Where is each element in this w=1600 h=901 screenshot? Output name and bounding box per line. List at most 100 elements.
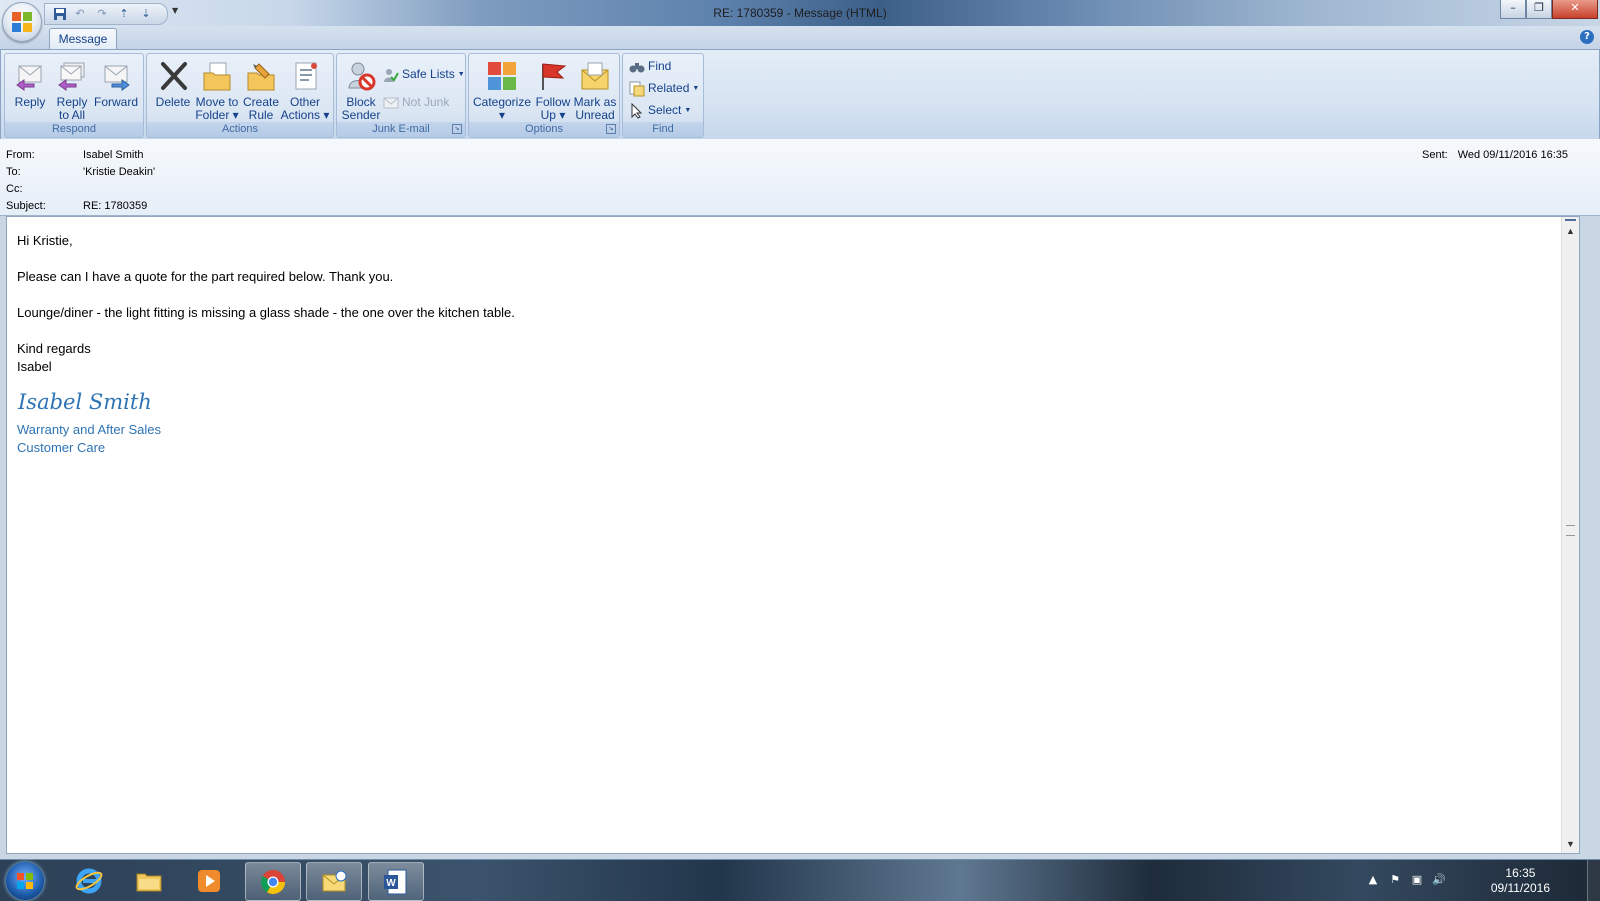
internet-explorer-icon: [75, 868, 103, 894]
clock-time: 16:35: [1505, 866, 1536, 880]
group-find: Find Related ▼ Select ▼ Find: [622, 53, 704, 138]
taskbar-chrome[interactable]: [245, 862, 301, 901]
not-junk-icon: [383, 97, 399, 109]
junk-email-options-launcher-icon[interactable]: ↘: [452, 124, 462, 134]
word-icon: W: [384, 869, 407, 895]
other-actions-icon: [295, 62, 317, 90]
from-value[interactable]: Isabel Smith: [83, 147, 144, 163]
tab-message[interactable]: Message: [49, 28, 117, 51]
taskbar-media-player[interactable]: [182, 862, 236, 899]
select-label: Select: [648, 103, 682, 117]
block-sender-button[interactable]: Block Sender: [339, 56, 383, 122]
network-icon[interactable]: ▣: [1410, 873, 1424, 887]
scrollbar-split-handle[interactable]: [1565, 219, 1576, 221]
categorize-icon: [488, 62, 516, 90]
reply-icon: [16, 65, 42, 91]
safe-lists-button[interactable]: Safe Lists ▼: [383, 64, 465, 84]
mark-as-unread-label: Mark as Unread: [573, 95, 617, 122]
binoculars-icon: [629, 62, 645, 73]
to-label: To:: [6, 166, 21, 178]
scrollbar-thumb-grip[interactable]: [1566, 525, 1575, 536]
not-junk-label: Not Junk: [402, 95, 450, 109]
volume-icon[interactable]: 🔊: [1432, 873, 1446, 887]
sender-first-name: Isabel: [17, 359, 52, 374]
create-rule-icon: [247, 63, 275, 91]
help-icon[interactable]: ?: [1580, 30, 1594, 44]
from-label: From:: [6, 149, 35, 161]
select-dropdown-icon: ▼: [684, 106, 692, 114]
taskbar-internet-explorer[interactable]: [62, 862, 116, 899]
message-body[interactable]: Hi Kristie, Please can I have a quote fo…: [6, 216, 1580, 854]
window-right-margin: [1580, 216, 1600, 852]
taskbar-clock[interactable]: 16:35 09/11/2016: [1491, 866, 1550, 896]
forward-icon: [104, 65, 130, 91]
forward-button[interactable]: Forward: [94, 56, 138, 120]
svg-text:W: W: [386, 878, 396, 889]
restore-button[interactable]: ❐: [1526, 0, 1552, 19]
other-actions-label: Other Actions ▾: [280, 95, 330, 122]
related-button[interactable]: Related ▼: [629, 78, 699, 98]
message-header: From: Isabel Smith To: 'Kristie Deakin' …: [0, 139, 1600, 216]
taskbar-file-explorer[interactable]: [122, 862, 176, 899]
taskbar-word[interactable]: W: [368, 862, 424, 901]
start-button[interactable]: [6, 862, 44, 900]
select-button[interactable]: Select ▼: [629, 100, 691, 120]
clock-date: 09/11/2016: [1490, 881, 1550, 895]
find-button[interactable]: Find: [629, 56, 671, 76]
window-title: RE: 1780359 - Message (HTML): [713, 6, 887, 20]
body-line-1: Please can I have a quote for the part r…: [17, 269, 394, 284]
categorize-label: Categorize ▾: [472, 95, 532, 122]
chrome-icon: [260, 870, 285, 895]
close-button[interactable]: ✕: [1552, 0, 1598, 19]
to-value[interactable]: 'Kristie Deakin': [83, 164, 155, 180]
related-dropdown-icon: ▼: [692, 84, 700, 92]
scroll-down-icon[interactable]: ▼: [1562, 836, 1579, 853]
select-cursor-icon: [631, 102, 643, 119]
block-sender-label: Block Sender: [341, 95, 381, 122]
windows-logo-icon: [17, 873, 33, 889]
other-actions-button[interactable]: Other Actions ▾: [281, 56, 329, 122]
ribbon-tab-strip: Message ?: [0, 26, 1600, 51]
reply-all-icon: [58, 62, 85, 91]
greeting: Hi Kristie,: [17, 233, 73, 248]
forward-label: Forward: [93, 95, 138, 109]
show-desktop-button[interactable]: [1587, 860, 1600, 901]
not-junk-button[interactable]: Not Junk: [383, 92, 449, 112]
group-respond: Reply Reply to All Forward Respond: [4, 53, 144, 138]
group-find-label: Find: [623, 122, 703, 137]
mark-as-unread-button[interactable]: Mark as Unread: [573, 56, 617, 122]
options-launcher-icon[interactable]: ↘: [606, 124, 616, 134]
group-options-label: Options: [469, 122, 619, 137]
follow-up-flag-icon: [542, 63, 567, 90]
vertical-scrollbar[interactable]: ▲ ▼: [1561, 217, 1579, 853]
ribbon: Reply Reply to All Forward Respond Delet…: [0, 49, 1600, 140]
office-button[interactable]: [2, 2, 42, 42]
related-label: Related: [648, 81, 690, 95]
mark-unread-icon: [581, 62, 609, 90]
categorize-button[interactable]: Categorize ▾: [473, 56, 531, 122]
signature-name: Isabel Smith: [18, 390, 152, 414]
move-to-folder-icon: [203, 62, 231, 91]
sent-value: Wed 09/11/2016 16:35: [1457, 149, 1568, 161]
action-center-flag-icon[interactable]: ⚑: [1388, 873, 1402, 887]
taskbar-outlook[interactable]: [306, 862, 362, 901]
related-icon: [629, 81, 645, 97]
sent-label: Sent:: [1422, 149, 1448, 161]
scroll-up-icon[interactable]: ▲: [1562, 223, 1579, 240]
body-line-2: Lounge/diner - the light fitting is miss…: [17, 305, 515, 320]
folder-icon: [136, 873, 162, 892]
closing: Kind regards: [17, 341, 91, 356]
system-tray: ▲ ⚑ ▣ 🔊 16:35 09/11/2016: [1360, 860, 1600, 901]
cc-label: Cc:: [6, 183, 23, 195]
media-player-icon: [198, 870, 220, 892]
sent-row: Sent: Wed 09/11/2016 16:35: [1422, 147, 1568, 163]
office-logo-icon: [12, 12, 32, 32]
title-bar: ↶ ↷ ⇡ ⇣ ▼ RE: 1780359 - Message (HTML) –…: [0, 0, 1600, 26]
show-hidden-icons-icon[interactable]: ▲: [1366, 873, 1380, 887]
minimize-button[interactable]: –: [1500, 0, 1526, 19]
find-label: Find: [648, 59, 672, 73]
reply-all-button[interactable]: Reply to All: [50, 56, 94, 122]
block-sender-icon: [348, 62, 376, 91]
group-respond-label: Respond: [5, 122, 143, 137]
safe-lists-icon: [384, 68, 399, 82]
